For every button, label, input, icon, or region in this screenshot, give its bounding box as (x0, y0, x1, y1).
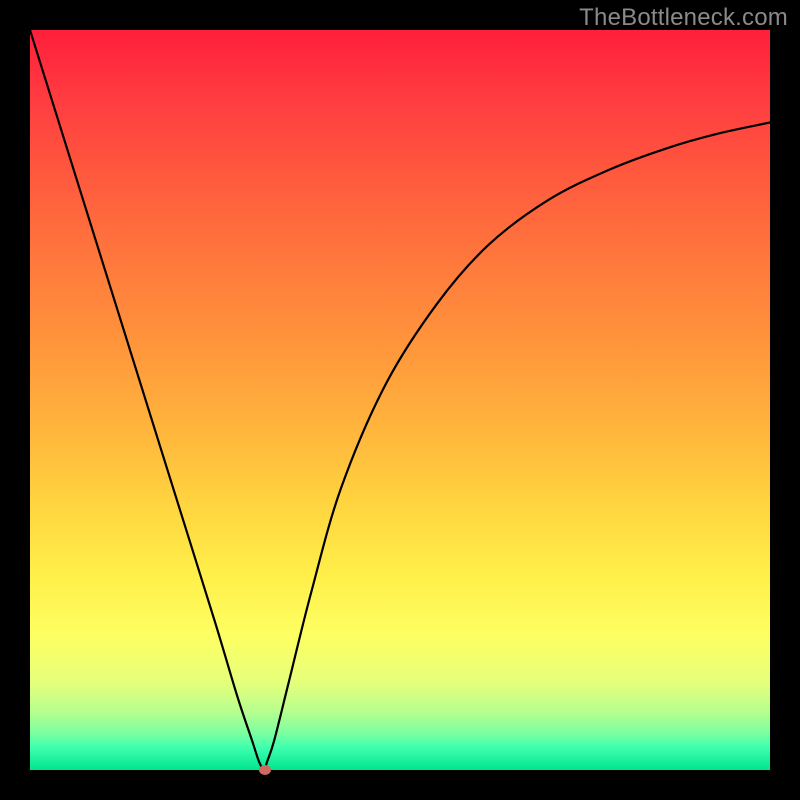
minimum-marker (259, 765, 271, 775)
bottleneck-curve (30, 30, 770, 770)
chart-frame: TheBottleneck.com (0, 0, 800, 800)
watermark-text: TheBottleneck.com (579, 4, 788, 32)
plot-area (30, 30, 770, 770)
